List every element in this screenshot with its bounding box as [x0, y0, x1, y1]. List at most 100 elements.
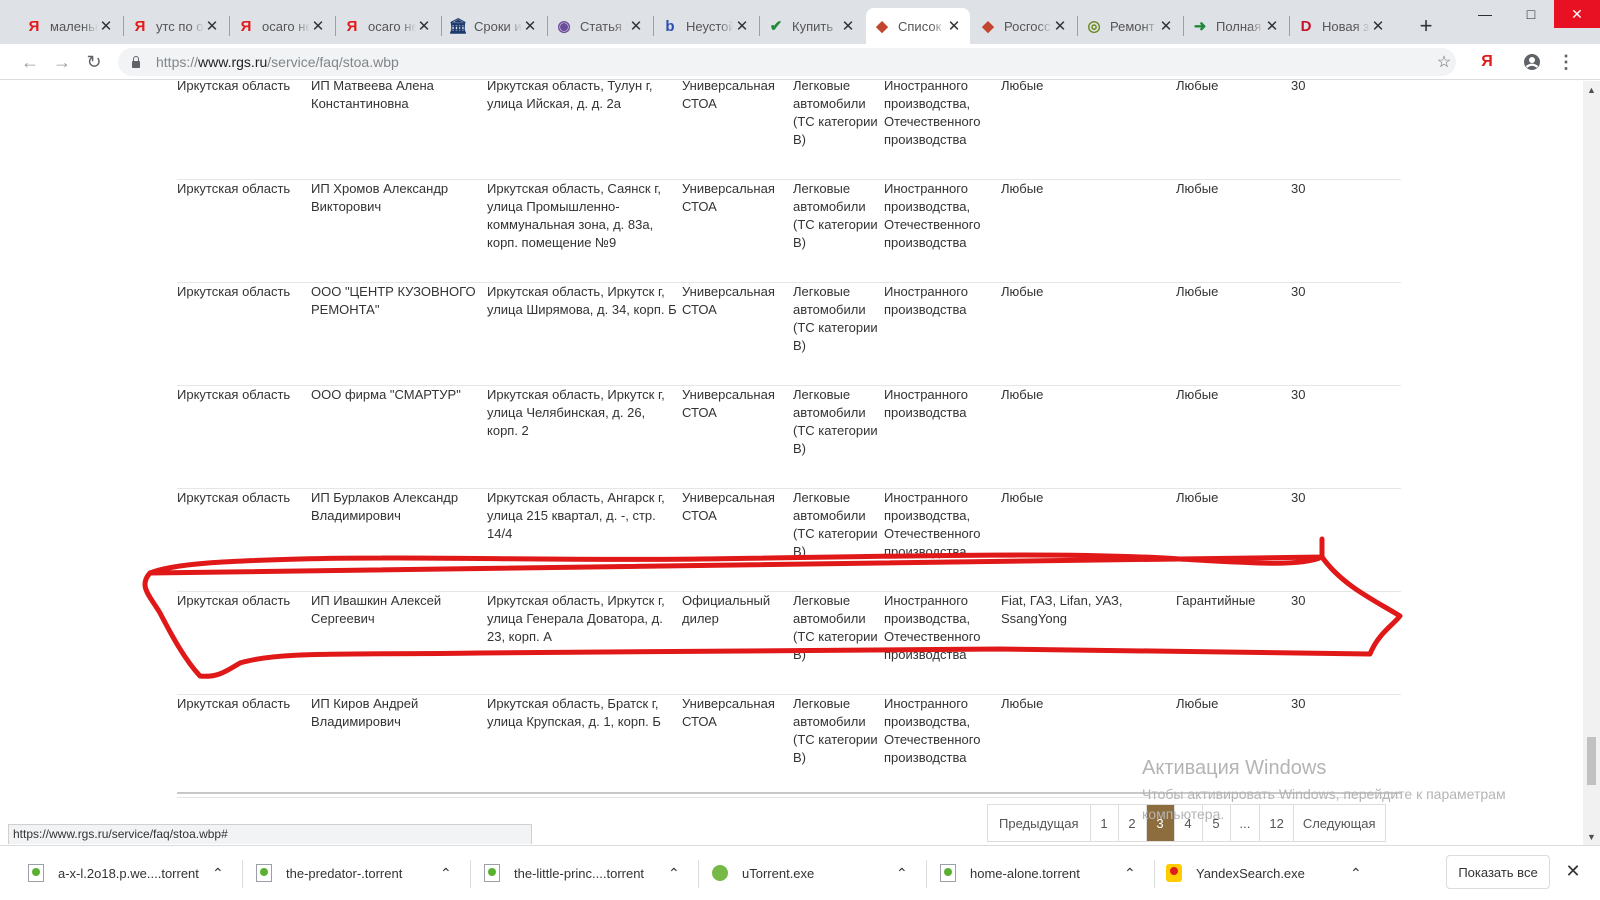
- close-tab-icon[interactable]: ✕: [98, 18, 114, 35]
- cell-region: Иркутская область: [177, 593, 291, 608]
- new-tab-button[interactable]: +: [1412, 12, 1440, 40]
- close-tab-icon[interactable]: ✕: [1052, 18, 1068, 35]
- table-bottom-border: [177, 792, 1401, 794]
- address-bar[interactable]: https://www.rgs.ru/service/faq/stoa.wbp: [118, 48, 1456, 76]
- pagination-page[interactable]: 4: [1173, 805, 1202, 841]
- url-host: www.rgs.ru: [198, 54, 268, 70]
- browser-tab[interactable]: D Новая заявка✕: [1290, 8, 1394, 44]
- cell-vehicle-category: Легковые автомобили (ТС категории В): [793, 387, 878, 456]
- cell-repair-days: 30: [1291, 593, 1306, 608]
- cell-repair-days: 30: [1291, 490, 1306, 505]
- cell-brands: Любые: [1001, 181, 1044, 196]
- browser-tab[interactable]: ✔ Купить ✕: [760, 8, 864, 44]
- yandex-extension-icon[interactable]: Я: [1473, 48, 1501, 76]
- close-tab-icon[interactable]: ✕: [1264, 18, 1280, 35]
- cell-vehicle-origin: Иностранного производства, Отечественног…: [884, 593, 981, 662]
- cell-warranty: Любые: [1176, 387, 1219, 402]
- rgs-icon: ◆: [876, 18, 888, 35]
- browser-tab[interactable]: ◎ Ремонт ✕: [1078, 8, 1182, 44]
- forward-button[interactable]: →: [48, 48, 76, 76]
- download-filename: home-alone.torrent: [970, 865, 1080, 881]
- cell-repair-days: 30: [1291, 181, 1306, 196]
- download-item[interactable]: home-alone.torrent ⌃: [940, 854, 1148, 892]
- court-icon: 🏛: [448, 18, 468, 35]
- table-row: Иркутская область ИП Киров Андрей Владими…: [177, 695, 1401, 798]
- arrow-icon: ➜: [1193, 18, 1207, 35]
- close-tab-icon[interactable]: ✕: [840, 18, 856, 35]
- reload-icon: ↻: [86, 51, 102, 72]
- cell-vehicle-origin: Иностранного производства: [884, 284, 968, 317]
- cell-address: Иркутская область, Ангарск г, улица 215 …: [487, 490, 665, 541]
- chevron-up-icon[interactable]: ⌃: [668, 865, 682, 882]
- bookmark-star-icon[interactable]: ☆: [1430, 48, 1458, 76]
- browser-tab[interactable]: Ямаленький✕: [18, 8, 122, 44]
- back-button[interactable]: ←: [16, 48, 44, 76]
- close-tab-icon[interactable]: ✕: [1370, 18, 1386, 35]
- scroll-down-icon[interactable]: ▼: [1583, 828, 1600, 845]
- menu-icon[interactable]: ⋮: [1552, 48, 1580, 76]
- close-tab-icon[interactable]: ✕: [734, 18, 750, 35]
- scrollbar-thumb[interactable]: [1587, 737, 1596, 785]
- close-tab-icon[interactable]: ✕: [946, 18, 962, 35]
- browser-tab[interactable]: ◆ Росгосстрах✕: [972, 8, 1076, 44]
- close-tab-icon[interactable]: ✕: [1158, 18, 1174, 35]
- close-window-button[interactable]: ✕: [1554, 0, 1600, 28]
- pagination-page[interactable]: 3: [1145, 805, 1174, 841]
- cell-repair-days: 30: [1291, 696, 1306, 711]
- close-tab-icon[interactable]: ✕: [204, 18, 220, 35]
- scroll-up-icon[interactable]: ▲: [1583, 81, 1600, 98]
- cell-brands: Любые: [1001, 696, 1044, 711]
- pagination-page[interactable]: 5: [1201, 805, 1230, 841]
- cell-stoa-type: Универсальная СТОА: [682, 490, 775, 523]
- tab-title: Статья 12: [580, 18, 628, 34]
- cell-stoa-type: Универсальная СТОА: [682, 181, 775, 214]
- chevron-up-icon[interactable]: ⌃: [896, 865, 910, 882]
- close-tab-icon[interactable]: ✕: [416, 18, 432, 35]
- close-shelf-icon[interactable]: ✕: [1560, 858, 1586, 884]
- download-item[interactable]: YandexSearch.exe ⌃: [1166, 854, 1374, 892]
- pagination-prev[interactable]: Предыдущая: [988, 805, 1090, 841]
- cell-address: Иркутская область, Братск г, улица Крупс…: [487, 696, 661, 729]
- pagination-page[interactable]: 1: [1089, 805, 1118, 841]
- chevron-up-icon[interactable]: ⌃: [1124, 865, 1138, 882]
- vertical-scrollbar[interactable]: ▲ ▼: [1583, 81, 1600, 845]
- close-tab-icon[interactable]: ✕: [310, 18, 326, 35]
- minimize-button[interactable]: —: [1462, 0, 1508, 28]
- maximize-button[interactable]: □: [1508, 0, 1554, 28]
- pagination-page[interactable]: 12: [1259, 805, 1292, 841]
- chevron-up-icon[interactable]: ⌃: [440, 865, 454, 882]
- download-separator: [926, 860, 927, 888]
- browser-tab[interactable]: Яосаго неустойка✕: [230, 8, 334, 44]
- show-all-downloads-button[interactable]: Показать все: [1446, 855, 1550, 889]
- close-tab-icon[interactable]: ✕: [628, 18, 644, 35]
- pagination-next[interactable]: Следующая: [1292, 805, 1385, 841]
- cell-brands: Любые: [1001, 490, 1044, 505]
- browser-tab[interactable]: 🏛 Сроки и порядок✕: [442, 8, 546, 44]
- browser-tab[interactable]: ➜ Полная ✕: [1184, 8, 1288, 44]
- download-item[interactable]: uTorrent.exe ⌃: [712, 854, 920, 892]
- cell-address: Иркутская область, Тулун г, улица Ийская…: [487, 81, 653, 111]
- browser-tab[interactable]: Яосаго неустойка✕: [336, 8, 440, 44]
- cell-repair-days: 30: [1291, 81, 1306, 93]
- browser-tab[interactable]: b Неустойка✕: [654, 8, 758, 44]
- pagination: Предыдущая 1 2 3 4 5... 12 Следующая: [987, 804, 1386, 842]
- cell-vehicle-category: Легковые автомобили (ТС категории В): [793, 81, 878, 147]
- cell-region: Иркутская область: [177, 387, 291, 402]
- download-item[interactable]: the-little-princ....torrent ⌃: [484, 854, 692, 892]
- reload-button[interactable]: ↻: [80, 48, 108, 76]
- chevron-up-icon[interactable]: ⌃: [1350, 865, 1364, 882]
- cell-brands: Любые: [1001, 387, 1044, 402]
- tab-title: Список СТОА: [898, 18, 946, 34]
- download-item[interactable]: a-x-l.2o18.p.we....torrent ⌃: [28, 854, 236, 892]
- cell-warranty: Любые: [1176, 81, 1219, 93]
- tab-title: Купить: [792, 18, 834, 34]
- close-tab-icon[interactable]: ✕: [522, 18, 538, 35]
- profile-icon[interactable]: [1518, 48, 1546, 76]
- browser-tab[interactable]: ◉ Статья 12✕: [548, 8, 652, 44]
- chevron-up-icon[interactable]: ⌃: [212, 865, 226, 882]
- tab-title: Новая заявка: [1322, 18, 1370, 34]
- download-item[interactable]: the-predator-.torrent ⌃: [256, 854, 464, 892]
- pagination-page[interactable]: 2: [1117, 805, 1146, 841]
- browser-tab[interactable]: ◆ Список СТОА✕: [866, 8, 970, 44]
- browser-tab[interactable]: Яутс по осаго✕: [124, 8, 228, 44]
